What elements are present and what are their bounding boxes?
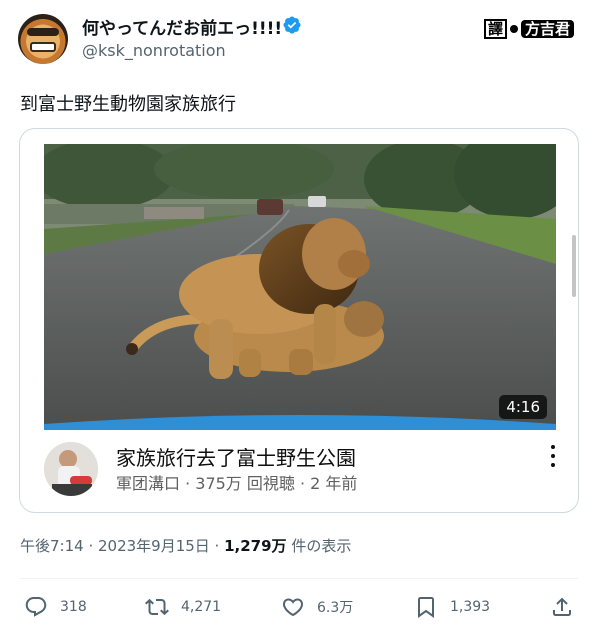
author-handle[interactable]: @ksk_nonrotation	[82, 41, 226, 60]
repost-count: 4,271	[181, 599, 222, 615]
post-time-date[interactable]: 午後7:14 · 2023年9月15日 ·	[20, 537, 224, 555]
tweet-text: 到富士野生動物園家族旅行	[20, 94, 236, 115]
watermark-dot	[510, 25, 519, 33]
watermark-part2: 方吉君	[521, 20, 575, 38]
author-avatar[interactable]	[18, 14, 68, 64]
share-icon	[553, 597, 571, 616]
video-scene	[44, 144, 556, 430]
actions-divider	[20, 578, 578, 579]
share-button[interactable]	[550, 594, 574, 620]
avatar-brow	[27, 28, 59, 36]
video-meta: 軍团溝口 · 375万 回視聴 · 2 年前	[116, 474, 358, 493]
channel-avatar-image	[44, 442, 98, 496]
reply-button[interactable]: 318	[24, 594, 87, 620]
views-count: 1,279万	[224, 537, 287, 555]
video-duration: 4:16	[499, 395, 547, 419]
heart-icon	[282, 598, 304, 617]
card-scrollbar[interactable]	[572, 235, 576, 297]
more-vertical-icon[interactable]	[546, 445, 560, 467]
repost-icon	[145, 598, 169, 616]
bookmark-button[interactable]: 1,393	[414, 594, 490, 620]
verified-badge-icon	[283, 16, 301, 34]
watermark-logo: 譯 方吉君	[484, 18, 575, 40]
views-label: 件の表示	[286, 537, 352, 555]
author-display-name[interactable]: 何やってんだお前エっ!!!!	[82, 14, 282, 39]
reply-count: 318	[60, 599, 87, 615]
video-card[interactable]: 4:16 家族旅行去了富士野生公園 軍团溝口 · 375万 回視聴 · 2 年前	[19, 128, 579, 513]
post-meta: 午後7:14 · 2023年9月15日 · 1,279万 件の表示	[20, 535, 351, 556]
channel-avatar[interactable]	[44, 442, 98, 496]
watermark-part1: 譯	[484, 19, 508, 39]
repost-button[interactable]: 4,271	[145, 594, 221, 620]
video-title[interactable]: 家族旅行去了富士野生公園	[116, 442, 356, 471]
like-count: 6.3万	[317, 600, 354, 616]
like-button[interactable]: 6.3万	[281, 594, 353, 620]
reply-icon	[25, 597, 47, 617]
avatar-teeth	[30, 42, 56, 52]
bookmark-count: 1,393	[450, 599, 491, 615]
bookmark-icon	[418, 597, 434, 618]
video-thumbnail[interactable]: 4:16	[44, 144, 556, 430]
